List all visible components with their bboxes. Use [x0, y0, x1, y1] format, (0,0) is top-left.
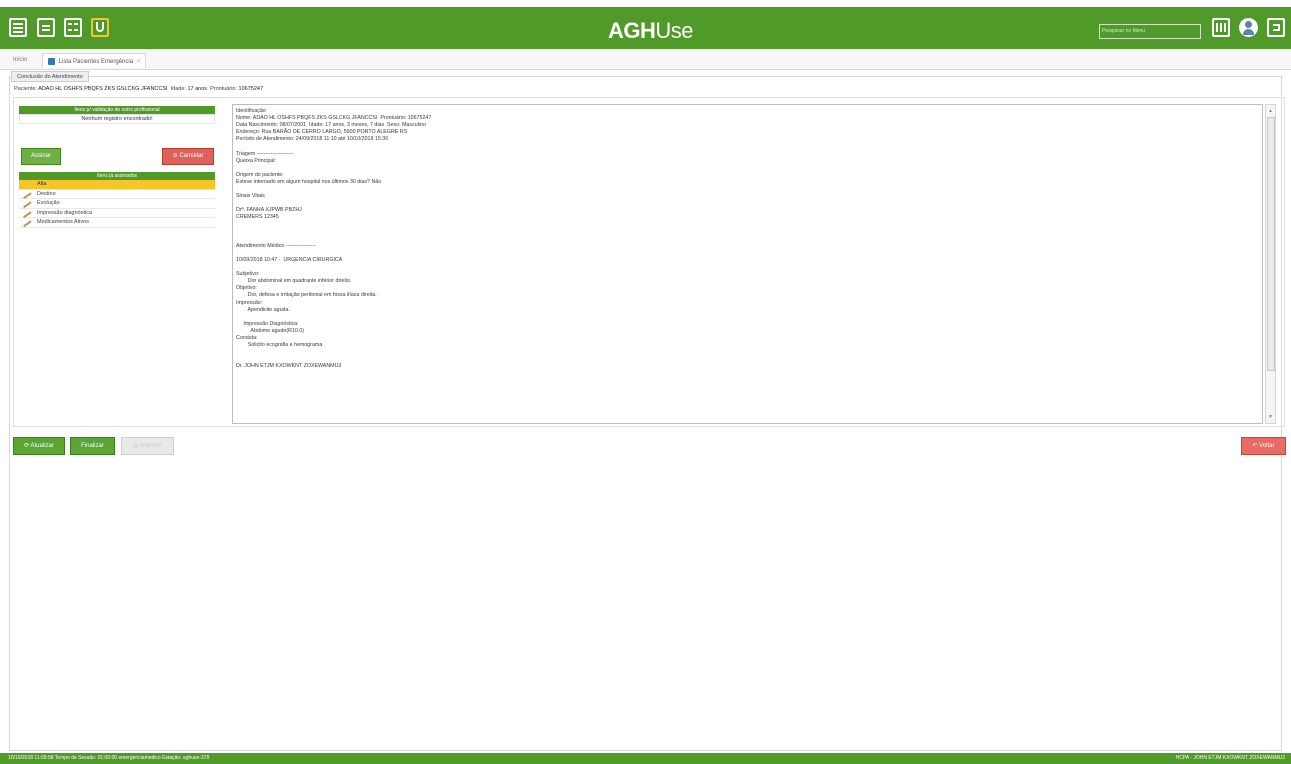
logout-icon[interactable]	[1267, 18, 1285, 37]
app-logo: AGHUse	[608, 18, 694, 43]
document-line: Dor, defesa e irritação peritonial em fo…	[236, 292, 377, 299]
user-avatar-icon[interactable]	[1239, 18, 1258, 37]
section-title: Conclusão do Atendimento	[11, 71, 89, 82]
menu-search-input[interactable]: Pesquisar no Menu	[1099, 24, 1201, 39]
sign-button[interactable]: Assinar	[21, 148, 61, 165]
list-item-evolucao[interactable]: Evolução	[19, 198, 215, 209]
tab-inicio[interactable]: Início	[8, 53, 32, 68]
pencil-icon	[21, 208, 32, 218]
document-line: Objetivo:	[236, 285, 257, 292]
document-line: Abdome agudo(R10.0)	[236, 327, 305, 334]
document-line: Apendicite aguda.	[236, 306, 290, 313]
finish-button[interactable]: Finalizar	[70, 437, 115, 455]
document-line: Conduta:	[236, 335, 258, 341]
tab-icon	[48, 58, 55, 65]
top-navigation-bar: AGHUse Pesquisar no Menu	[0, 7, 1291, 49]
cancel-button[interactable]: ⊘ Cancelar	[162, 148, 214, 165]
pending-items-empty: Nenhum registro encontrado!	[19, 114, 215, 124]
document-scrollbar[interactable]: ▲ ▼	[1265, 104, 1276, 424]
document-line: Identificação	[236, 108, 266, 114]
document-line: Esteve internado em algum hospital nos ú…	[236, 178, 382, 185]
document-line: 10/09/2018 10:47 - URGENCIA CIRURGICA	[236, 256, 343, 263]
document-line: Dr. JOHN ETJM KXOWKNT ZOXEWANMU3	[236, 363, 342, 370]
scrollbar-thumb[interactable]	[1267, 117, 1275, 371]
print-button[interactable]: ⎙ Imprimir	[121, 437, 174, 455]
close-tab-icon[interactable]: ×	[137, 59, 141, 65]
tabs-bar: Início Lista Pacientes Emergência ×	[0, 49, 1291, 70]
grid-apps-icon[interactable]	[1212, 18, 1230, 37]
document-line: CREMERS 12345	[236, 214, 279, 221]
document-line: Origem do paciente:	[236, 171, 284, 178]
list-item-destino[interactable]: Destino	[19, 189, 215, 199]
refresh-button[interactable]: ⟳ Atualizar	[13, 437, 65, 455]
document-line: Sinais Vitais	[236, 193, 265, 200]
back-button[interactable]: ↶ Voltar	[1241, 437, 1286, 455]
document-line: Subjetivo:	[236, 271, 260, 278]
scroll-up-icon[interactable]: ▲	[1266, 107, 1275, 115]
document-line: Nome: ADAO HL OSHFS PBQFS ZKS GSLCKG JFA…	[236, 115, 432, 122]
document-line: Solicito ecografia e hemograma	[236, 342, 323, 349]
document-line: Triagem ---------------------	[236, 150, 294, 157]
signed-items-header: Itens já assinados	[19, 172, 215, 180]
sitemap-icon[interactable]	[64, 18, 82, 37]
user-info: HCPA · JOHN ETJM KXOWKNT ZOXEWANMU3	[1175, 755, 1285, 761]
aghuse-u-icon[interactable]	[91, 18, 109, 37]
pencil-icon	[21, 189, 32, 199]
document-line: Endereço: Rua BARÃO DE CERRO LARGO, 5900…	[236, 129, 408, 136]
pending-items-header: Itens p/ validação de outro profissional	[19, 106, 215, 114]
list-item-alta[interactable]: Alta	[19, 180, 215, 190]
document-line: Queixa Principal:	[236, 157, 277, 164]
tab-lista-pacientes-emergencia[interactable]: Lista Pacientes Emergência ×	[42, 53, 147, 68]
patient-info: Paciente: ADAO HL OSHFS PBQFS ZKS GSLCKG…	[14, 86, 264, 92]
list-item-medicamentos-ativos[interactable]: Medicamentos Ativos	[19, 217, 215, 228]
document-line: Impressão:	[236, 299, 263, 306]
document-line: Dor abdominal em quadrante inferior dire…	[236, 278, 352, 285]
pencil-icon	[21, 217, 32, 228]
scroll-down-icon[interactable]: ▼	[1266, 413, 1275, 421]
menu-list-icon[interactable]	[9, 18, 27, 37]
pencil-icon	[21, 198, 32, 209]
status-bar: 10/10/2018 11:09:58 Tempo de Sessão: 01:…	[0, 753, 1291, 764]
document-icon[interactable]	[37, 18, 55, 37]
document-viewer[interactable]: Identificação Nome: ADAO HL OSHFS PBQFS Z…	[232, 104, 1263, 424]
document-line: Impressão Diagnóstica:	[236, 320, 299, 327]
document-line: Período de Atendimento: 24/09/2018 11:10…	[236, 136, 389, 143]
document-line: Atendimento Médico -----------------	[236, 242, 316, 249]
session-info: 10/10/2018 11:09:58 Tempo de Sessão: 01:…	[8, 755, 210, 761]
list-item-impressao-diagnostica[interactable]: Impressão diagnóstica	[19, 208, 215, 218]
document-line: Drª. FANHA XJPWB PBZHJ	[236, 207, 302, 214]
